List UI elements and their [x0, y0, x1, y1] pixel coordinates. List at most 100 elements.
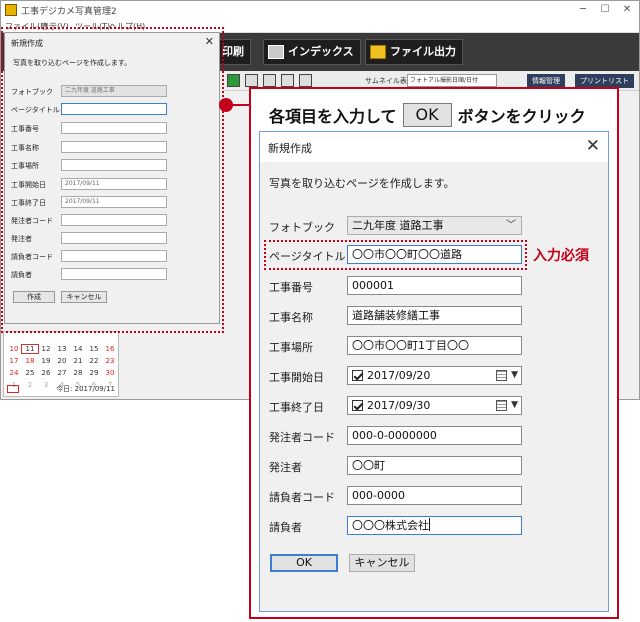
- dialog-close-icon[interactable]: ✕: [586, 136, 600, 156]
- callout-heading-before: 各項目を入力して: [269, 107, 397, 126]
- small-new-page-dialog: 新規作成 ✕ 写真を取り込むページを作成します。 フォトブック 二九年度 道路工…: [4, 32, 220, 324]
- app-title: 工事デジカメ写真管理2: [21, 7, 117, 17]
- index-label: インデックス: [288, 45, 354, 58]
- label-client-code: 発注者コード: [269, 431, 335, 444]
- calendar-panel: 10 11 12 13 14 15 16 17 18 19 20 21 22 23 24 25 26 27 28…: [3, 331, 119, 397]
- index-icon: [268, 45, 284, 59]
- chevron-down-icon: ﹀: [506, 220, 516, 231]
- client-code-value: 000-0-0000000: [352, 429, 437, 442]
- swap-icon[interactable]: [281, 74, 294, 87]
- client-input[interactable]: 〇〇町: [347, 456, 522, 475]
- calendar-week-row: 17 18 19 20 21 22 23: [6, 348, 118, 365]
- calendar-day[interactable]: 3: [38, 381, 54, 389]
- dialog-description: 写真を取り込むページを作成します。: [269, 177, 455, 190]
- small-create-button[interactable]: 作成: [13, 291, 55, 303]
- construction-number-input[interactable]: 000001: [347, 276, 522, 295]
- small-field-construction-location[interactable]: [61, 159, 167, 171]
- file-output-button[interactable]: ファイル出力: [365, 39, 463, 65]
- contractor-input[interactable]: 〇〇〇株式会社: [347, 516, 522, 535]
- required-label: 入力必須: [533, 248, 589, 264]
- calendar-week-row: 10 11 12 13 14 15 16: [6, 336, 118, 354]
- print-list-button[interactable]: プリントリスト: [575, 74, 634, 88]
- callout-heading-after: ボタンをクリック: [457, 107, 586, 126]
- image-icon[interactable]: [263, 74, 276, 87]
- client-code-input[interactable]: 000-0-0000000: [347, 426, 522, 445]
- new-page-dialog: 新規作成 ✕ 写真を取り込むページを作成します。 フォトブック 二九年度 道路工…: [259, 131, 609, 612]
- label-photobook: フォトブック: [269, 221, 335, 234]
- calendar-week-row: 1234567: [6, 372, 118, 389]
- file-output-label: ファイル出力: [390, 45, 456, 58]
- callout-ok-chip: OK: [402, 103, 452, 127]
- small-field-construction-number[interactable]: [61, 122, 167, 134]
- small-field-client[interactable]: [61, 232, 167, 244]
- construction-location-input[interactable]: 〇〇市〇〇町1丁目〇〇: [347, 336, 522, 355]
- calendar-icon[interactable]: [496, 370, 507, 381]
- contractor-value: 〇〇〇株式会社: [352, 519, 429, 532]
- window-close-icon[interactable]: ✕: [617, 3, 637, 17]
- cancel-button[interactable]: キャンセル: [349, 554, 415, 572]
- label-page-title: ページタイトル: [269, 250, 346, 263]
- construction-number-value: 000001: [352, 279, 394, 292]
- app-logo-icon: [5, 4, 17, 16]
- small-dialog-close-icon[interactable]: ✕: [205, 35, 214, 48]
- play-icon[interactable]: [227, 74, 240, 87]
- small-dialog-title: 新規作成: [11, 39, 43, 48]
- label-contractor-code: 請負者コード: [269, 491, 335, 504]
- minimize-icon[interactable]: ─: [573, 3, 593, 17]
- small-label-client: 発注者: [11, 235, 32, 243]
- text-cursor: [429, 518, 430, 531]
- small-field-end-date[interactable]: 2017/09/11: [61, 196, 167, 208]
- small-field-contractor-code[interactable]: [61, 250, 167, 262]
- ok-button[interactable]: OK: [270, 554, 338, 572]
- small-field-photobook[interactable]: 二九年度 道路工事: [61, 85, 167, 97]
- small-field-page-title[interactable]: [61, 103, 167, 115]
- page-title-value: 〇〇市〇〇町〇〇道路: [352, 248, 462, 261]
- page-title-input[interactable]: 〇〇市〇〇町〇〇道路: [347, 245, 522, 264]
- small-field-contractor[interactable]: [61, 268, 167, 280]
- small-label-start-date: 工事開始日: [11, 181, 46, 189]
- menu-tools[interactable]: ツール(T): [75, 21, 110, 32]
- callout-connector-dot: [219, 98, 233, 112]
- menu-help[interactable]: ヘルプ(H): [109, 21, 145, 32]
- small-field-client-code[interactable]: [61, 214, 167, 226]
- small-field-start-date[interactable]: 2017/09/11: [61, 178, 167, 190]
- index-button[interactable]: インデックス: [263, 39, 361, 65]
- contractor-code-value: 000-0000: [352, 489, 405, 502]
- small-label-construction-name: 工事名称: [11, 144, 39, 152]
- menu-view[interactable]: 表示(V): [41, 21, 69, 32]
- end-date-checkbox[interactable]: [352, 400, 363, 411]
- calendar-day[interactable]: 2: [22, 381, 38, 389]
- label-construction-location: 工事場所: [269, 341, 313, 354]
- zoom-icon[interactable]: [245, 74, 258, 87]
- small-dialog-description: 写真を取り込むページを作成します。: [13, 59, 132, 67]
- end-date-value: 2017/09/30: [367, 399, 431, 412]
- contractor-code-input[interactable]: 000-0000: [347, 486, 522, 505]
- small-label-contractor: 請負者: [11, 271, 32, 279]
- photobook-select[interactable]: 二九年度 道路工事 ﹀: [347, 216, 522, 235]
- maximize-icon[interactable]: ☐: [595, 3, 615, 17]
- print-button[interactable]: 印刷: [217, 39, 251, 65]
- construction-name-input[interactable]: 道路舗装修繕工事: [347, 306, 522, 325]
- folder-icon: [370, 45, 386, 59]
- start-date-picker[interactable]: 2017/09/20 ▼: [347, 366, 522, 385]
- today-marker[interactable]: [7, 385, 19, 393]
- small-cancel-button[interactable]: キャンセル: [61, 291, 107, 303]
- start-date-checkbox[interactable]: [352, 370, 363, 381]
- small-field-construction-name[interactable]: [61, 141, 167, 153]
- dropdown-arrow-icon[interactable]: ▼: [511, 397, 518, 414]
- small-label-page-title: ページタイトル: [11, 106, 60, 114]
- dialog-title: 新規作成: [268, 142, 312, 155]
- info-button[interactable]: 情報管理: [527, 74, 565, 88]
- small-label-photobook: フォトブック: [11, 88, 53, 96]
- label-start-date: 工事開始日: [269, 371, 324, 384]
- trash-icon[interactable]: [299, 74, 312, 87]
- construction-location-value: 〇〇市〇〇町1丁目〇〇: [352, 339, 469, 352]
- end-date-picker[interactable]: 2017/09/30 ▼: [347, 396, 522, 415]
- print-label: 印刷: [222, 45, 244, 58]
- sort-select[interactable]: フォトアル撮影日順/日付: [407, 74, 497, 87]
- menu-bar: ファイル(F) 表示(V) ツール(T) ヘルプ(H): [1, 19, 639, 33]
- construction-name-value: 道路舗装修繕工事: [352, 309, 440, 322]
- dropdown-arrow-icon[interactable]: ▼: [511, 367, 518, 384]
- small-label-construction-location: 工事場所: [11, 162, 39, 170]
- calendar-icon[interactable]: [496, 400, 507, 411]
